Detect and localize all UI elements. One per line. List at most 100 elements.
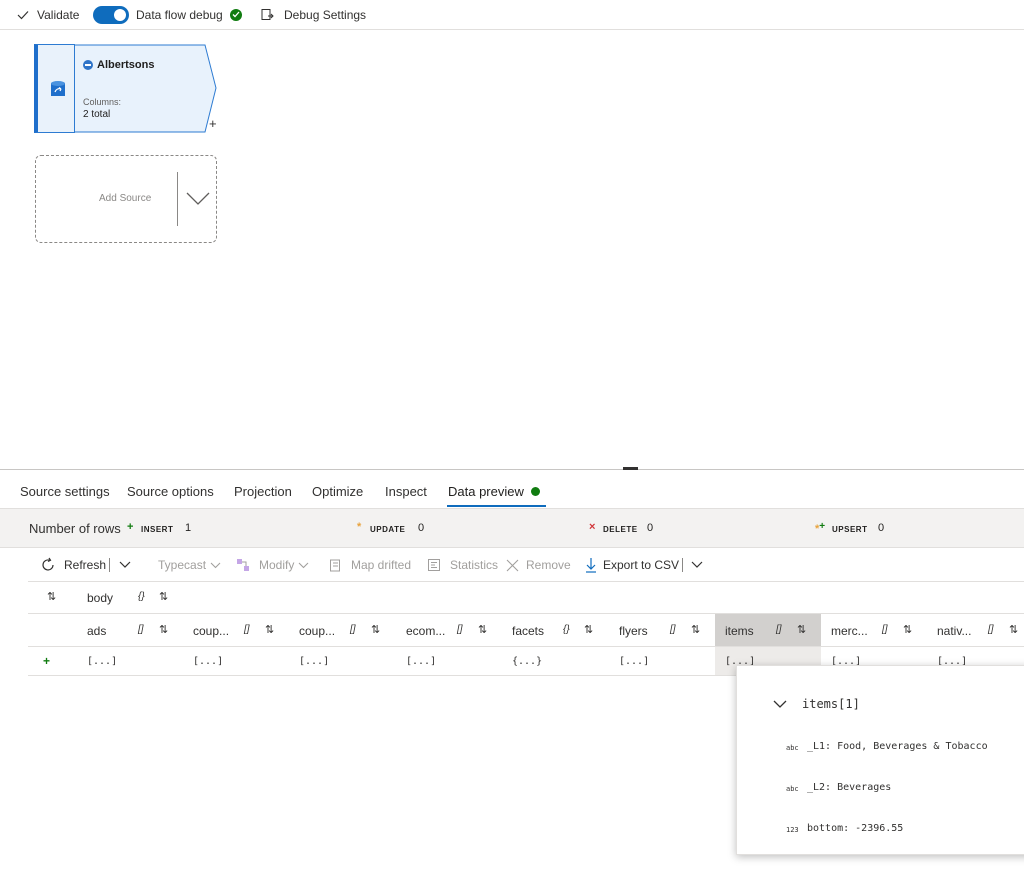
add-transform-plus[interactable]: + [209, 116, 217, 131]
statistics-button[interactable]: Statistics [427, 557, 498, 573]
chevron-down-icon[interactable] [773, 700, 787, 709]
column-header[interactable]: merc... [831, 624, 868, 638]
tab-projection[interactable]: Projection [234, 484, 292, 499]
column-header[interactable]: nativ... [937, 624, 971, 638]
object-type-icon: {} [138, 591, 145, 602]
pane-splitter[interactable] [0, 469, 1024, 470]
update-label: UPDATE [370, 525, 406, 534]
map-drifted-button[interactable]: Map drifted [329, 557, 411, 573]
update-value: 0 [418, 522, 425, 534]
source-dataset-icon [51, 81, 65, 96]
data-flow-debug-toggle[interactable]: Data flow debug [93, 0, 242, 29]
source-node-name: Albertsons [97, 59, 155, 71]
table-cell[interactable]: [...] [87, 656, 117, 667]
chevron-down-icon[interactable] [119, 561, 131, 569]
table-cell[interactable]: [...] [406, 656, 436, 667]
columns-label: Columns: [83, 97, 122, 107]
insert-label: INSERT [141, 525, 174, 534]
chevron-down-icon [210, 562, 221, 568]
tab-source-settings[interactable]: Source settings [20, 484, 110, 499]
popup-title: items[1] [802, 697, 860, 711]
refresh-icon [42, 557, 54, 571]
remove-button[interactable]: Remove [506, 557, 571, 573]
statistics-icon [428, 559, 440, 571]
column-header-body[interactable]: body [87, 591, 113, 605]
sort-icon[interactable]: ⇅ [265, 623, 274, 636]
debug-settings-label: Debug Settings [284, 7, 367, 22]
grid-rule [28, 646, 1024, 647]
export-csv-button[interactable]: Export to CSV [585, 557, 679, 573]
status-dot-icon [530, 487, 540, 496]
add-source-label: Add Source [99, 193, 152, 204]
insert-plus-icon: + [127, 521, 134, 533]
string-type-icon: abc [786, 785, 799, 793]
array-type-icon: [] [988, 624, 994, 635]
sort-icon[interactable]: ⇅ [1009, 623, 1018, 636]
typecast-button[interactable]: Typecast [158, 557, 221, 573]
modify-button[interactable]: Modify [236, 557, 309, 573]
table-cell[interactable]: [...] [193, 656, 223, 667]
sort-icon[interactable]: ⇅ [478, 623, 487, 636]
upsert-value: 0 [878, 522, 885, 534]
column-header[interactable]: flyers [619, 624, 648, 638]
array-type-icon: [] [882, 624, 888, 635]
array-type-icon: [] [670, 624, 676, 635]
upsert-icon: *+ [815, 521, 826, 535]
number-type-icon: 123 [786, 826, 799, 834]
statistics-label: Statistics [450, 558, 499, 572]
debug-settings-button[interactable]: Debug Settings [260, 0, 366, 29]
chevron-down-icon[interactable] [186, 192, 210, 206]
download-icon [586, 558, 596, 573]
remove-label: Remove [526, 558, 571, 572]
popup-field: _L1: Food, Beverages & Tobacco [807, 741, 988, 752]
sort-icon[interactable]: ⇅ [797, 623, 806, 636]
toggle-switch[interactable] [93, 5, 129, 24]
chevron-down-icon [298, 562, 309, 568]
splitter-grip[interactable] [623, 467, 638, 470]
column-header[interactable]: coup... [193, 624, 229, 638]
chevron-down-icon[interactable] [691, 561, 703, 569]
rows-label: Number of rows [29, 521, 121, 536]
status-ok-icon [229, 8, 242, 21]
tab-data-preview[interactable]: Data preview [448, 484, 540, 499]
checkmark-icon [17, 10, 29, 19]
refresh-button[interactable]: Refresh [40, 557, 106, 573]
delete-value: 0 [647, 522, 654, 534]
array-type-icon: [] [457, 624, 463, 635]
column-header-items[interactable]: items [725, 624, 754, 638]
settings-doc-icon [261, 8, 274, 20]
table-cell[interactable]: {...} [512, 656, 542, 667]
delete-label: DELETE [603, 525, 638, 534]
columns-value: 2 total [83, 109, 111, 120]
tab-source-options[interactable]: Source options [127, 484, 214, 499]
column-header[interactable]: ecom... [406, 624, 445, 638]
action-separator [109, 558, 110, 572]
sort-icon[interactable]: ⇅ [691, 623, 700, 636]
sort-icon[interactable]: ⇅ [159, 623, 168, 636]
sort-icon[interactable]: ⇅ [159, 590, 168, 603]
table-cell[interactable]: [...] [619, 656, 649, 667]
array-type-icon: [] [776, 624, 782, 635]
delete-x-icon: × [589, 521, 596, 533]
typecast-label: Typecast [158, 558, 207, 572]
grid-rule [28, 675, 738, 676]
array-type-icon: [] [244, 624, 250, 635]
action-separator [682, 558, 683, 572]
column-header[interactable]: facets [512, 624, 544, 638]
update-asterisk-icon: * [357, 521, 362, 533]
column-header[interactable]: coup... [299, 624, 335, 638]
sort-icon[interactable]: ⇅ [903, 623, 912, 636]
tab-inspect[interactable]: Inspect [385, 484, 427, 499]
column-header[interactable]: ads [87, 624, 106, 638]
active-tab-indicator [447, 505, 546, 507]
validate-button[interactable]: Validate [17, 0, 79, 29]
modify-icon [237, 559, 249, 571]
table-cell[interactable]: [...] [299, 656, 329, 667]
tab-optimize[interactable]: Optimize [312, 484, 363, 499]
sort-icon[interactable]: ⇅ [371, 623, 380, 636]
object-type-icon: {} [563, 624, 570, 635]
insert-row-marker: + [43, 654, 51, 668]
sort-icon[interactable]: ⇅ [47, 590, 56, 603]
sort-icon[interactable]: ⇅ [584, 623, 593, 636]
string-type-icon: abc [786, 744, 799, 752]
